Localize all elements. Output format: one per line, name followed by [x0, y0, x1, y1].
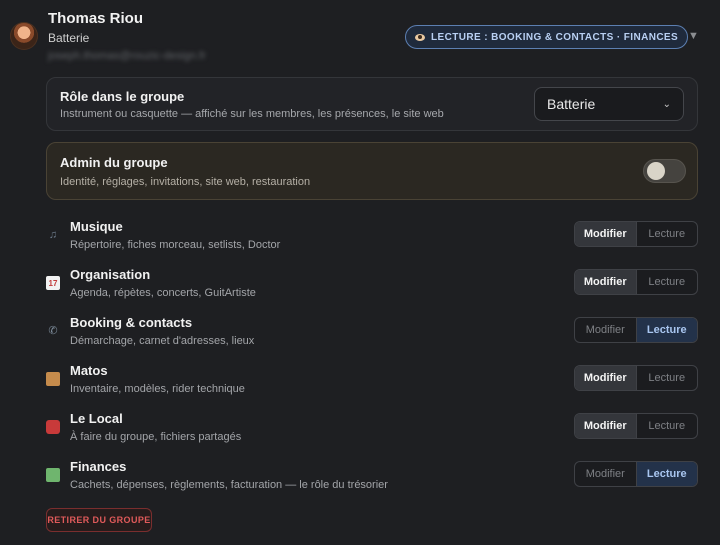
- read-option[interactable]: Lecture: [637, 270, 698, 294]
- avatar: [10, 22, 38, 50]
- permission-description: Répertoire, fiches morceau, setlists, Do…: [70, 239, 281, 251]
- edit-option[interactable]: Modifier: [575, 222, 637, 246]
- admin-toggle-knob: [647, 162, 665, 180]
- edit-option[interactable]: Modifier: [575, 270, 637, 294]
- permission-description: Cachets, dépenses, règlements, facturati…: [70, 479, 388, 491]
- permission-row: 17 Organisation Agenda, répètes, concerts,…: [46, 267, 698, 307]
- permission-description: Inventaire, modèles, rider technique: [70, 383, 245, 395]
- access-badge: LECTURE : BOOKING & CONTACTS · FINANCES: [405, 25, 689, 49]
- admin-card-title: Admin du groupe: [60, 155, 168, 170]
- permission-row: ♫ Musique Répertoire, fiches morceau, setl…: [46, 219, 698, 259]
- permission-description: À faire du groupe, fichiers partagés: [70, 431, 242, 443]
- member-email: joseph.thomas@rouzic-design.fr: [48, 50, 206, 62]
- edit-option[interactable]: Modifier: [575, 462, 637, 486]
- permission-row: ✆ Booking & contacts Démarchage, carnet d'…: [46, 315, 698, 355]
- collapse-icon[interactable]: ▼: [688, 30, 699, 42]
- permission-description: Démarchage, carnet d'adresses, lieux: [70, 335, 255, 347]
- permission-level-toggle[interactable]: Modifier Lecture: [574, 365, 698, 391]
- package-icon: [46, 372, 60, 386]
- permission-row: Matos Inventaire, modèles, rider techniqu…: [46, 363, 698, 403]
- permission-row: Le Local À faire du groupe, fichiers part…: [46, 411, 698, 451]
- permission-title: Musique: [70, 219, 123, 234]
- member-role: Batterie: [48, 31, 90, 45]
- admin-card: Admin du groupe Identité, réglages, invi…: [46, 142, 698, 200]
- read-option[interactable]: Lecture: [636, 462, 697, 486]
- member-header: Thomas Riou Batterie joseph.thomas@rouzi…: [0, 0, 720, 70]
- admin-toggle[interactable]: [643, 159, 686, 183]
- role-select-value: Batterie: [547, 96, 596, 112]
- leave-group-button[interactable]: RETIRER DU GROUPE: [46, 508, 152, 532]
- permission-row: Finances Cachets, dépenses, règlements, f…: [46, 459, 698, 499]
- member-name: Thomas Riou: [48, 10, 144, 27]
- read-option[interactable]: Lecture: [637, 414, 698, 438]
- read-option[interactable]: Lecture: [637, 366, 698, 390]
- eye-icon: [415, 33, 425, 41]
- access-badge-label: LECTURE : BOOKING & CONTACTS · FINANCES: [431, 31, 679, 43]
- read-option[interactable]: Lecture: [637, 222, 698, 246]
- money-icon: [46, 468, 60, 482]
- permission-description: Agenda, répètes, concerts, GuitArtiste: [70, 287, 256, 299]
- permission-level-toggle[interactable]: Modifier Lecture: [574, 221, 698, 247]
- permission-title: Le Local: [70, 411, 123, 426]
- role-card-title: Rôle dans le groupe: [60, 89, 185, 104]
- music-note-icon: ♫: [48, 229, 58, 241]
- permission-title: Matos: [70, 363, 108, 378]
- permission-level-toggle[interactable]: Modifier Lecture: [574, 413, 698, 439]
- permission-level-toggle[interactable]: Modifier Lecture: [574, 317, 698, 343]
- role-select[interactable]: Batterie ⌄: [534, 87, 684, 121]
- permission-title: Booking & contacts: [70, 315, 193, 330]
- permission-title: Organisation: [70, 267, 151, 282]
- edit-option[interactable]: Modifier: [575, 366, 637, 390]
- toolbox-icon: [46, 420, 60, 434]
- admin-card-subtitle: Identité, réglages, invitations, site we…: [60, 176, 311, 188]
- chevron-down-icon: ⌄: [662, 98, 671, 110]
- edit-option[interactable]: Modifier: [575, 318, 637, 342]
- role-card: Rôle dans le groupe Instrument ou casque…: [46, 77, 698, 131]
- permission-level-toggle[interactable]: Modifier Lecture: [574, 269, 698, 295]
- permission-title: Finances: [70, 459, 127, 474]
- phone-icon: ✆: [48, 325, 58, 337]
- edit-option[interactable]: Modifier: [575, 414, 637, 438]
- calendar-icon: 17: [46, 276, 60, 290]
- role-card-subtitle: Instrument ou casquette — affiché sur le…: [60, 108, 444, 120]
- read-option[interactable]: Lecture: [636, 318, 697, 342]
- permission-level-toggle[interactable]: Modifier Lecture: [574, 461, 698, 487]
